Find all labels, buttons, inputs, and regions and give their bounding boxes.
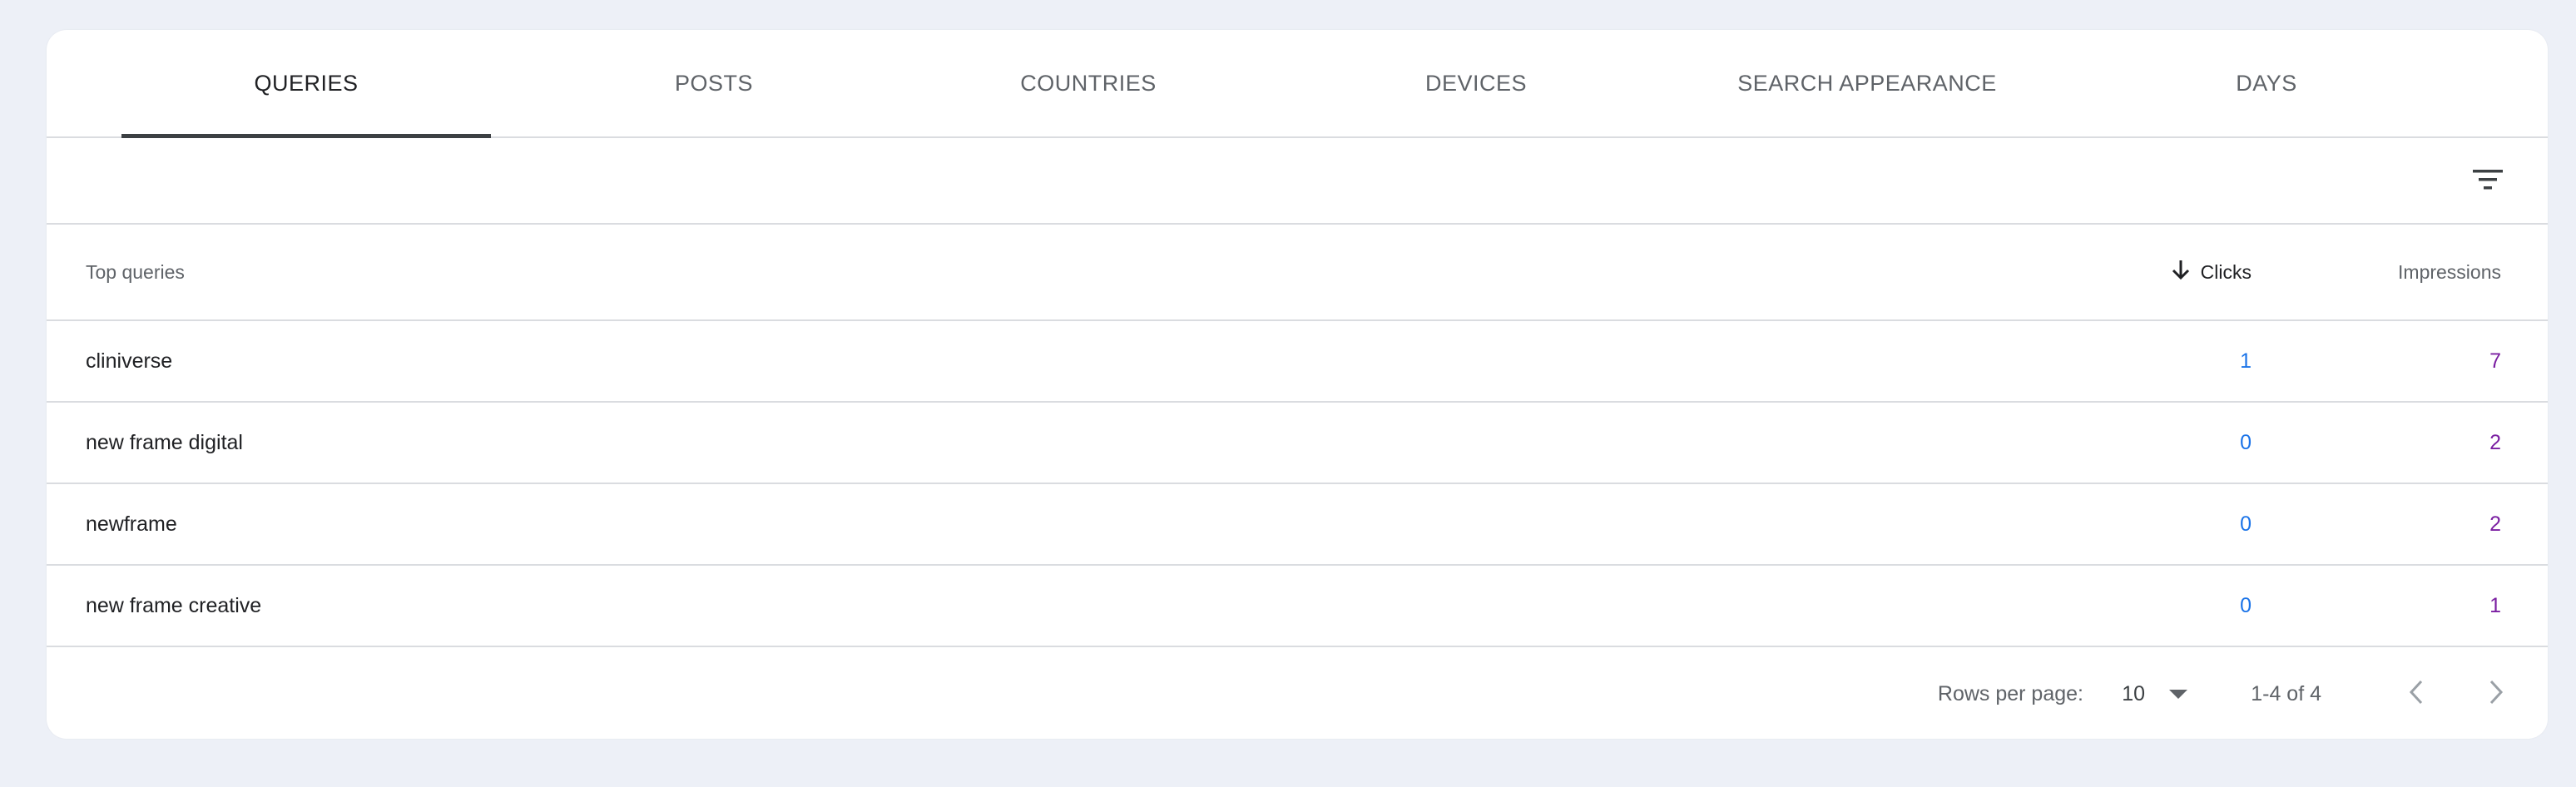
page-range: 1-4 of 4 xyxy=(2251,681,2321,705)
filter-bar xyxy=(47,138,2548,225)
query-cell: new frame digital xyxy=(86,430,243,454)
tab-label: DEVICES xyxy=(1424,70,1528,96)
performance-table-card: QUERIES POSTS COUNTRIES DEVICES SEARCH A… xyxy=(47,30,2548,739)
next-page-button[interactable] xyxy=(2479,677,2513,710)
pagination: Rows per page: 10 1-4 of 4 xyxy=(47,647,2548,739)
tab-bar: QUERIES POSTS COUNTRIES DEVICES SEARCH A… xyxy=(47,30,2548,138)
arrow-down-icon xyxy=(2171,259,2191,285)
table-row[interactable]: new frame creative 0 1 xyxy=(47,566,2548,647)
rows-per-page-select[interactable]: 10 xyxy=(2122,647,2188,739)
tab-posts[interactable]: POSTS xyxy=(537,30,890,136)
clicks-cell: 0 xyxy=(2240,593,2252,617)
chevron-left-icon xyxy=(2408,679,2425,710)
query-cell: newframe xyxy=(86,512,177,536)
header-clicks-label: Clicks xyxy=(2200,260,2252,283)
tab-devices[interactable]: DEVICES xyxy=(1300,30,1652,136)
table-header: Top queries Clicks Impressions xyxy=(47,225,2548,321)
clicks-cell: 0 xyxy=(2240,512,2252,536)
tab-queries[interactable]: QUERIES xyxy=(121,30,491,138)
tab-countries[interactable]: COUNTRIES xyxy=(912,30,1265,136)
clicks-cell: 1 xyxy=(2240,349,2252,373)
header-top-queries[interactable]: Top queries xyxy=(86,225,185,319)
caret-down-icon xyxy=(2168,682,2188,706)
clicks-cell: 0 xyxy=(2240,430,2252,454)
table-row[interactable]: newframe 0 2 xyxy=(47,484,2548,566)
filter-icon[interactable] xyxy=(2471,165,2504,195)
query-cell: cliniverse xyxy=(86,349,173,373)
chevron-right-icon xyxy=(2488,679,2504,710)
query-cell: new frame creative xyxy=(86,593,262,617)
previous-page-button[interactable] xyxy=(2400,677,2433,710)
rows-per-page-label: Rows per page: xyxy=(1937,681,2083,705)
impressions-cell: 1 xyxy=(2489,593,2501,617)
tab-label: COUNTRIES xyxy=(1020,70,1157,96)
tab-label: SEARCH APPEARANCE xyxy=(1737,70,1997,96)
table-row[interactable]: cliniverse 1 7 xyxy=(47,321,2548,403)
impressions-cell: 7 xyxy=(2489,349,2501,373)
tab-search-appearance[interactable]: SEARCH APPEARANCE xyxy=(1682,30,2052,136)
tab-label: QUERIES xyxy=(254,70,359,96)
rows-per-page-value: 10 xyxy=(2122,681,2145,705)
tab-label: POSTS xyxy=(674,70,754,96)
tab-label: DAYS xyxy=(2236,70,2297,96)
header-impressions[interactable]: Impressions xyxy=(2398,225,2501,319)
tab-days[interactable]: DAYS xyxy=(2090,30,2443,136)
impressions-cell: 2 xyxy=(2489,430,2501,454)
header-clicks[interactable]: Clicks xyxy=(2171,225,2252,319)
impressions-cell: 2 xyxy=(2489,512,2501,536)
table-row[interactable]: new frame digital 0 2 xyxy=(47,403,2548,484)
